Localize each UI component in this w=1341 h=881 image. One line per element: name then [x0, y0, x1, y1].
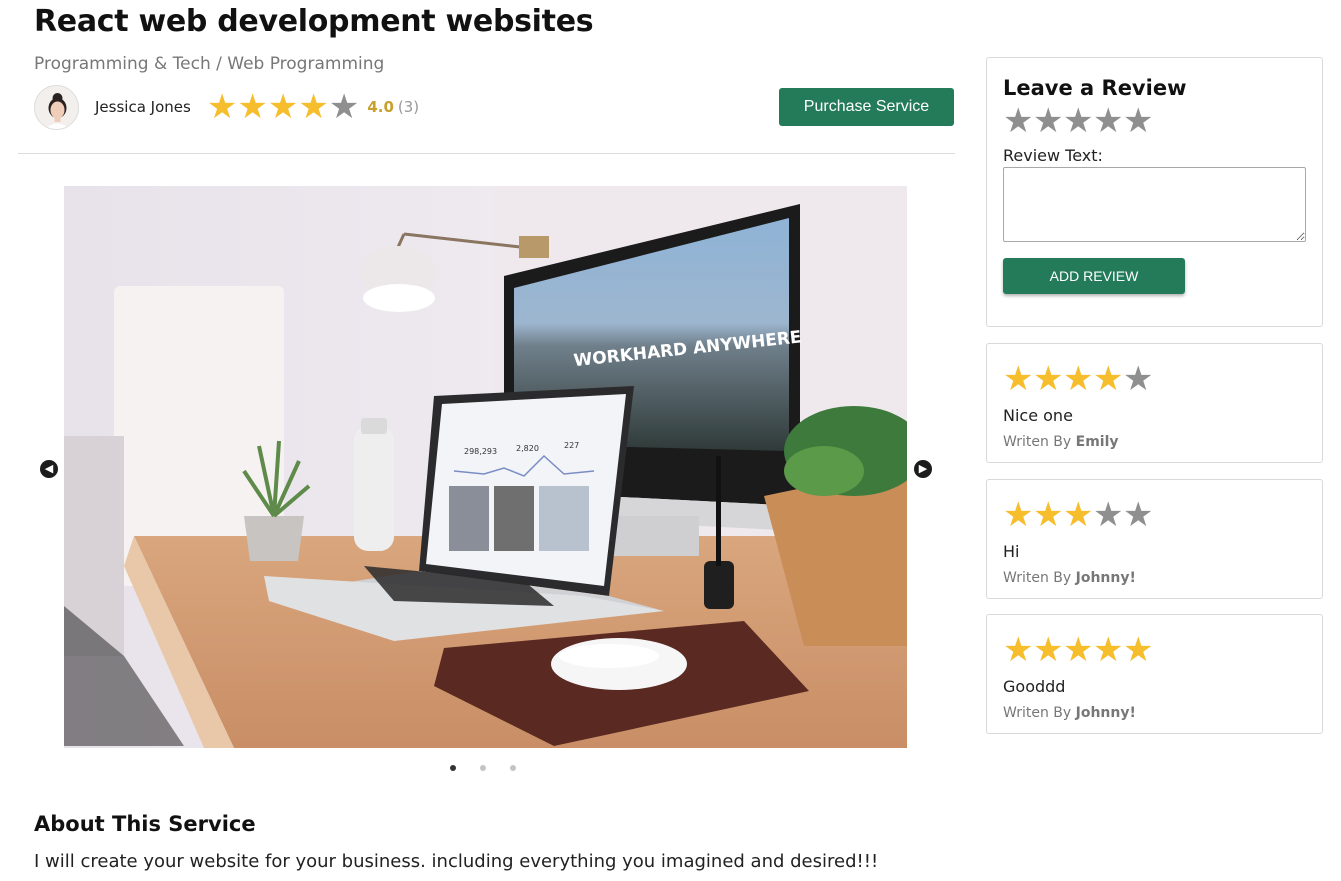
- star-icon: ★: [1003, 359, 1034, 399]
- review-author: Writen By Johnny!: [1003, 570, 1136, 586]
- review-text: Nice one: [1003, 406, 1073, 425]
- review-rating-stars: ★ ★ ★ ★ ★: [1003, 498, 1153, 532]
- rating-input-stars[interactable]: ★ ★ ★ ★ ★: [1003, 104, 1153, 138]
- star-icon: ★: [1093, 359, 1124, 399]
- laptop-stat-2: 2,820: [516, 444, 539, 453]
- star-icon[interactable]: ★: [1003, 104, 1033, 138]
- add-review-button[interactable]: ADD REVIEW: [1003, 258, 1185, 294]
- carousel-image: WORKHARD ANYWHERE 298,293 2,820 227: [64, 186, 907, 748]
- purchase-service-button[interactable]: Purchase Service: [779, 88, 954, 126]
- star-icon: ★: [1003, 495, 1034, 535]
- review-author: Writen By Johnny!: [1003, 705, 1136, 721]
- star-icon: ★: [1063, 359, 1094, 399]
- star-icon: ★: [237, 87, 268, 127]
- review-author-prefix: Writen By: [1003, 434, 1072, 450]
- star-icon[interactable]: ★: [1123, 104, 1153, 138]
- review-text: Hi: [1003, 542, 1020, 561]
- review-card: ★ ★ ★ ★ ★ Nice one Writen By Emily: [986, 343, 1323, 463]
- seller-info: Jessica Jones ★ ★ ★ ★ ★ 4.0 (3): [34, 84, 419, 130]
- review-rating-stars: ★ ★ ★ ★ ★: [1003, 633, 1153, 667]
- carousel-next-button[interactable]: ▶: [914, 460, 932, 478]
- seller-name[interactable]: Jessica Jones: [95, 98, 191, 116]
- star-icon: ★: [298, 87, 329, 127]
- star-icon: ★: [267, 87, 299, 127]
- review-author-prefix: Writen By: [1003, 705, 1072, 721]
- star-icon: ★: [1033, 630, 1064, 670]
- laptop-stat-3: 227: [564, 441, 579, 450]
- star-icon: ★: [1063, 630, 1094, 670]
- star-icon: ★: [1123, 359, 1154, 399]
- breadcrumb[interactable]: Programming & Tech / Web Programming: [34, 54, 384, 74]
- rating-count: (3): [397, 98, 420, 116]
- star-icon: ★: [1033, 495, 1064, 535]
- page-title: React web development websites: [34, 4, 594, 39]
- divider: [18, 153, 955, 154]
- review-form-title: Leave a Review: [1003, 76, 1187, 100]
- carousel-dot[interactable]: [510, 765, 516, 771]
- review-rating-stars: ★ ★ ★ ★ ★: [1003, 362, 1153, 396]
- avatar[interactable]: [34, 84, 79, 130]
- star-icon[interactable]: ★: [1033, 104, 1063, 138]
- star-icon: ★: [328, 87, 360, 127]
- review-card: ★ ★ ★ ★ ★ Gooddd Writen By Johnny!: [986, 614, 1323, 734]
- review-author-name: Johnny!: [1075, 705, 1136, 721]
- review-text-input[interactable]: [1003, 167, 1306, 242]
- star-icon: ★: [1003, 630, 1034, 670]
- star-icon[interactable]: ★: [1063, 104, 1093, 138]
- star-icon: ★: [206, 87, 238, 127]
- star-icon: ★: [1123, 630, 1154, 670]
- review-author-name: Johnny!: [1075, 570, 1136, 586]
- carousel-indicators: [450, 765, 516, 771]
- review-author-name: Emily: [1075, 434, 1119, 450]
- star-icon: ★: [1063, 495, 1094, 535]
- star-icon: ★: [1033, 359, 1064, 399]
- review-author-prefix: Writen By: [1003, 570, 1072, 586]
- carousel-dot[interactable]: [480, 765, 486, 771]
- carousel-prev-button[interactable]: ◀: [40, 460, 58, 478]
- star-icon: ★: [1093, 495, 1124, 535]
- review-text: Gooddd: [1003, 677, 1066, 696]
- about-text: I will create your website for your busi…: [34, 851, 879, 872]
- review-author: Writen By Emily: [1003, 434, 1119, 450]
- laptop-stat-1: 298,293: [464, 447, 497, 456]
- about-heading: About This Service: [34, 812, 256, 836]
- review-form: Leave a Review ★ ★ ★ ★ ★ Review Text: ADD RE…: [986, 57, 1323, 327]
- rating-value: 4.0: [367, 98, 394, 116]
- carousel-dot[interactable]: [450, 765, 456, 771]
- review-text-label: Review Text:: [1003, 146, 1103, 165]
- star-icon: ★: [1093, 630, 1124, 670]
- review-card: ★ ★ ★ ★ ★ Hi Writen By Johnny!: [986, 479, 1323, 599]
- star-icon[interactable]: ★: [1093, 104, 1123, 138]
- star-icon: ★: [1123, 495, 1154, 535]
- seller-rating-stars: ★ ★ ★ ★ ★: [207, 90, 360, 124]
